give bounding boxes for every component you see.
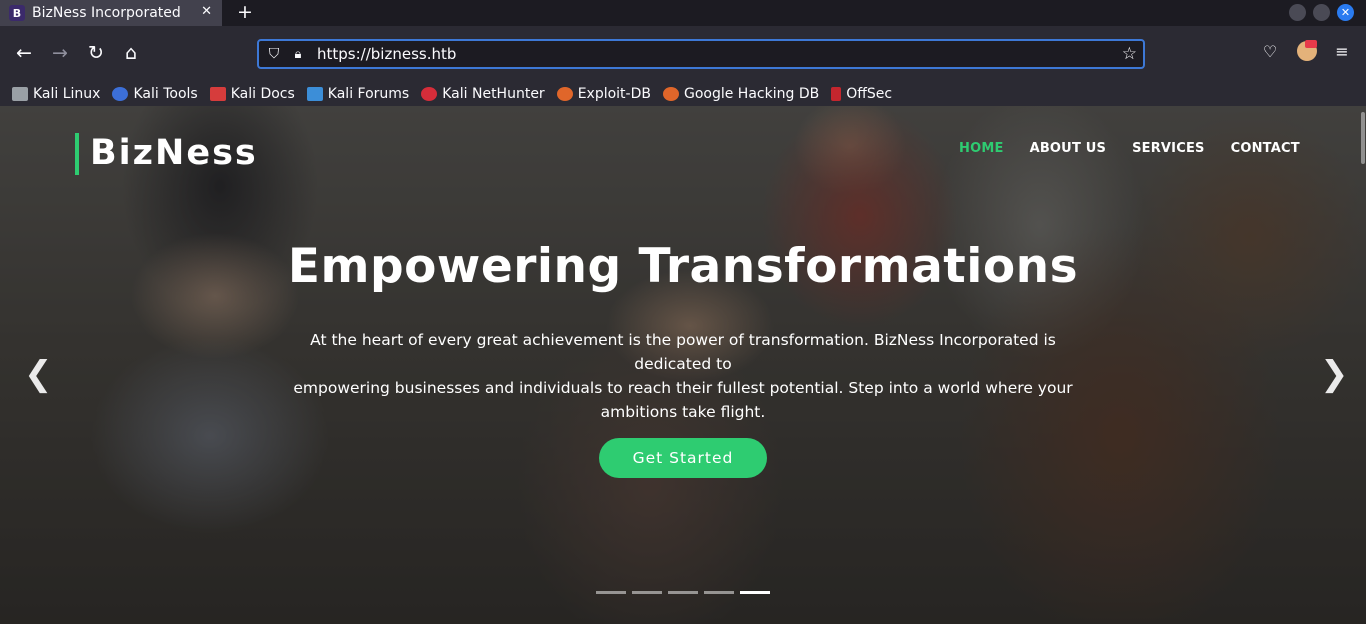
tab-title: BizNess Incorporated: [32, 5, 181, 21]
bookmark-kali-linux[interactable]: Kali Linux: [12, 86, 100, 102]
bookmark-google-hacking-db[interactable]: Google Hacking DB: [662, 86, 820, 102]
reload-button[interactable]: ↻: [84, 41, 108, 65]
kali-forums-icon: [306, 87, 323, 101]
carousel-indicator-4[interactable]: [704, 591, 734, 594]
browser-tab[interactable]: B BizNess Incorporated ✕: [0, 0, 222, 26]
bookmark-label: OffSec: [846, 86, 893, 102]
extension-badge-icon: [1305, 40, 1317, 48]
site-logo[interactable]: BizNess: [75, 133, 258, 175]
bookmark-label: Google Hacking DB: [683, 86, 820, 102]
hero-lead-line: At the heart of every great achievement …: [310, 331, 1056, 373]
menu-item-about-us[interactable]: ABOUT US: [1030, 141, 1107, 156]
bookmark-label: Kali Tools: [133, 86, 198, 102]
close-tab-icon[interactable]: ✕: [201, 4, 212, 19]
scrollbar-thumb[interactable]: [1361, 112, 1365, 164]
bookmark-label: Kali Forums: [327, 86, 410, 102]
tracking-protection-shield-icon[interactable]: ⛉: [265, 46, 283, 62]
maximize-window-button[interactable]: [1313, 4, 1330, 21]
forward-button[interactable]: →: [48, 41, 72, 65]
offsec-icon: [831, 87, 842, 101]
carousel-prev-arrow-icon[interactable]: ❮: [24, 354, 53, 394]
carousel-indicator-5[interactable]: [740, 591, 770, 594]
kali-tools-icon: [112, 87, 129, 101]
bookmark-kali-docs[interactable]: Kali Docs: [209, 86, 295, 102]
bookmark-offsec[interactable]: OffSec: [831, 86, 892, 102]
app-menu-icon[interactable]: ≡: [1331, 42, 1353, 61]
site-main-menu: HOME ABOUT US SERVICES CONTACT: [933, 141, 1300, 156]
hero-carousel: BizNess HOME ABOUT US SERVICES CONTACT E…: [0, 106, 1366, 624]
hero-headline: Empowering Transformations: [287, 239, 1079, 294]
menu-item-home[interactable]: HOME: [959, 141, 1004, 156]
url-bar[interactable]: ⛉ 🔒︎ https://bizness.htb ☆: [257, 39, 1145, 69]
menu-item-services[interactable]: SERVICES: [1132, 141, 1205, 156]
bookmark-kali-tools[interactable]: Kali Tools: [112, 86, 198, 102]
carousel-indicator-1[interactable]: [596, 591, 626, 594]
bookmark-kali-nethunter[interactable]: Kali NetHunter: [421, 86, 545, 102]
hero-lead-text: At the heart of every great achievement …: [273, 328, 1093, 424]
bookmark-exploit-db[interactable]: Exploit-DB: [556, 86, 651, 102]
new-tab-button[interactable]: +: [234, 1, 256, 23]
hero-lead-line: empowering businesses and individuals to…: [293, 379, 1073, 397]
kali-docs-icon: [209, 87, 226, 101]
home-button[interactable]: ⌂: [119, 41, 143, 65]
exploit-db-icon: [556, 87, 573, 101]
get-started-button[interactable]: Get Started: [599, 438, 767, 478]
bookmark-star-icon[interactable]: ☆: [1122, 44, 1137, 64]
url-input[interactable]: https://bizness.htb: [317, 45, 456, 63]
bookmark-label: Kali Docs: [230, 86, 295, 102]
navigation-toolbar: ← → ↻ ⌂ ⛉ 🔒︎ https://bizness.htb ☆ ♡ ≡: [0, 26, 1366, 82]
minimize-window-button[interactable]: [1289, 4, 1306, 21]
kali-nethunter-icon: [421, 87, 438, 101]
kali-dragon-icon: [12, 87, 28, 101]
carousel-indicator-2[interactable]: [632, 591, 662, 594]
bookmark-kali-forums[interactable]: Kali Forums: [306, 86, 410, 102]
menu-item-contact[interactable]: CONTACT: [1231, 141, 1300, 156]
pocket-icon[interactable]: ♡: [1259, 42, 1281, 61]
carousel-next-arrow-icon[interactable]: ❯: [1320, 354, 1349, 394]
page-scrollbar[interactable]: [1360, 106, 1366, 624]
close-window-button[interactable]: ✕: [1337, 4, 1354, 21]
carousel-indicators: [596, 591, 776, 594]
google-hacking-db-icon: [662, 87, 679, 101]
bookmark-label: Kali Linux: [33, 86, 101, 102]
bookmarks-toolbar: Kali Linux Kali Tools Kali Docs Kali For…: [0, 82, 1366, 106]
bookmark-label: Kali NetHunter: [442, 86, 545, 102]
carousel-indicator-3[interactable]: [668, 591, 698, 594]
tab-strip: B BizNess Incorporated ✕ + ✕: [0, 0, 1366, 26]
tab-favicon-icon: B: [9, 5, 25, 21]
bookmark-label: Exploit-DB: [577, 86, 651, 102]
hero-lead-line: ambitions take flight.: [600, 403, 766, 421]
back-button[interactable]: ←: [12, 41, 36, 65]
site-security-lock-icon[interactable]: 🔒︎: [291, 47, 305, 62]
